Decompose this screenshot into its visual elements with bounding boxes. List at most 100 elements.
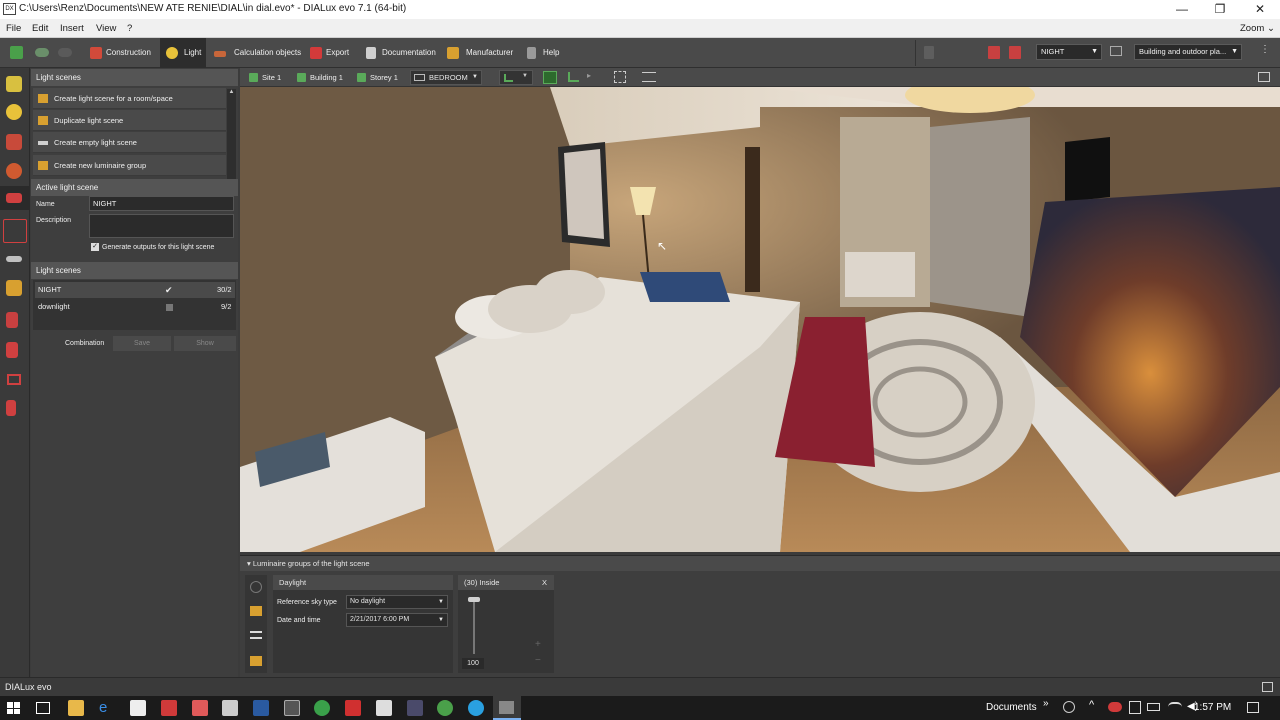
bulb-icon[interactable] [6, 104, 22, 120]
tab-help[interactable]: Help [527, 38, 563, 68]
layers-icon[interactable] [6, 280, 22, 296]
scene-name-input[interactable]: NIGHT [89, 196, 234, 211]
create-empty-scene-button[interactable]: Create empty light scene [33, 132, 226, 153]
color-icon[interactable] [6, 163, 22, 179]
redo-icon[interactable] [58, 48, 72, 57]
close-button[interactable]: ✕ [1240, 0, 1280, 19]
scene-row-night[interactable]: NIGHT ✔ 30/2 [35, 282, 235, 298]
more-options-icon[interactable]: ⋮ [1260, 44, 1272, 58]
acrobat-icon[interactable] [345, 700, 361, 716]
measure-icon[interactable] [642, 72, 656, 82]
tab-light[interactable]: Light [160, 38, 206, 68]
monitor-icon[interactable] [1110, 46, 1122, 56]
store-icon[interactable] [130, 700, 146, 716]
minus-icon[interactable]: − [535, 655, 541, 666]
clock[interactable]: 1:57 PM [1194, 702, 1231, 713]
delete-scene-icon[interactable] [1009, 46, 1021, 59]
screen-icon[interactable] [1258, 72, 1270, 82]
app-icon-red[interactable] [161, 700, 177, 716]
add-group-icon[interactable] [250, 606, 262, 616]
create-scene-room-button[interactable]: Create light scene for a room/space [33, 88, 226, 109]
refresh-icon[interactable] [250, 581, 262, 593]
magnet-icon[interactable] [6, 134, 22, 150]
tab-documentation[interactable]: Documentation [366, 38, 438, 68]
battery-icon[interactable] [1147, 703, 1160, 711]
scene-select[interactable]: NIGHT ▼ [1036, 44, 1102, 60]
menu-view[interactable]: View [96, 23, 116, 34]
zoom-menu[interactable]: Zoom ⌄ [1240, 23, 1275, 34]
dimmer-value[interactable]: 100 [462, 658, 484, 669]
show-combination-button[interactable]: Show [174, 336, 236, 351]
sky-type-select[interactable]: No daylight ▼ [346, 595, 448, 609]
datetime-select[interactable]: 2/21/2017 6:00 PM ▼ [346, 613, 448, 627]
unchecked-box[interactable] [166, 304, 173, 311]
documents-toolbar[interactable]: Documents [986, 702, 1037, 713]
tray-app-icon[interactable] [1108, 702, 1122, 712]
chevron-up-icon[interactable]: ^ [1089, 699, 1094, 711]
app-icon-blue[interactable] [253, 700, 269, 716]
tree-icon[interactable] [6, 400, 16, 416]
chrome-icon[interactable] [314, 700, 330, 716]
dimmer-handle[interactable] [468, 597, 480, 602]
app-icon-purple[interactable] [407, 700, 423, 716]
calculation-icon[interactable] [6, 312, 18, 328]
skype-icon[interactable] [468, 700, 484, 716]
scrollbar[interactable]: ▲ [227, 89, 236, 179]
edge-icon[interactable]: e [99, 700, 115, 716]
wifi-icon[interactable] [1168, 702, 1182, 712]
toolbar-chevron[interactable]: » [1043, 698, 1049, 709]
view-select[interactable]: Building and outdoor pla... ▼ [1134, 44, 1242, 60]
scene-description-input[interactable] [89, 214, 234, 238]
crumb-building[interactable]: Building 1 [297, 68, 343, 87]
crumb-storey[interactable]: Storey 1 [357, 68, 398, 87]
minimize-button[interactable]: — [1162, 0, 1202, 19]
app-icon-green[interactable] [437, 700, 453, 716]
tab-export[interactable]: Export [310, 38, 360, 68]
undo-icon[interactable] [35, 48, 49, 57]
light-tool-icon[interactable] [6, 76, 22, 92]
task-view-icon[interactable] [36, 702, 50, 714]
create-luminaire-group-button[interactable]: Create new luminaire group [33, 155, 226, 176]
duplicate-scene-button[interactable]: Duplicate light scene [33, 110, 226, 131]
wrench-icon[interactable] [6, 256, 22, 262]
storey-view-icon[interactable] [568, 72, 579, 82]
tab-manufacturer[interactable]: Manufacturer [447, 38, 515, 68]
collapse-icon[interactable]: ▾ [247, 559, 251, 568]
3d-view-icon[interactable] [543, 71, 557, 84]
menu-file[interactable]: File [6, 23, 21, 34]
frame-icon[interactable] [7, 374, 21, 385]
tab-construction[interactable]: Construction [90, 38, 158, 68]
start-button[interactable] [7, 702, 20, 714]
group-settings-icon[interactable] [250, 656, 262, 666]
move-icon[interactable] [250, 631, 262, 639]
status-window-icon[interactable] [1262, 682, 1273, 692]
app-icon-pink[interactable] [192, 700, 208, 716]
fit-view-icon[interactable] [614, 71, 626, 83]
save-combination-button[interactable]: Save [113, 336, 171, 351]
tray-monitor-icon[interactable] [1129, 701, 1141, 714]
room-select[interactable]: BEDROOM ▼ [410, 70, 482, 85]
restore-button[interactable]: ❐ [1200, 0, 1240, 19]
generate-outputs-checkbox[interactable]: ✓ [91, 243, 99, 251]
close-icon[interactable]: X [542, 575, 547, 590]
check-icon[interactable]: ✔ [165, 282, 173, 298]
people-icon[interactable] [1063, 701, 1075, 713]
play-icon[interactable]: ▸ [587, 71, 591, 80]
notifications-icon[interactable] [1247, 702, 1259, 713]
selection-tool-icon[interactable] [3, 219, 27, 243]
save-icon[interactable] [10, 46, 23, 59]
tab-calculation-objects[interactable]: Calculation objects [214, 38, 304, 68]
scene-copy-icon[interactable] [924, 46, 934, 59]
scene-row-downlight[interactable]: downlight 9/2 [35, 299, 235, 315]
app-icon-gray[interactable] [222, 700, 238, 716]
export-tool-icon[interactable] [6, 342, 18, 358]
plus-icon[interactable]: + [535, 639, 541, 650]
file-explorer-icon[interactable] [68, 700, 84, 716]
mail-icon[interactable] [376, 700, 392, 716]
scroll-up-icon[interactable]: ▲ [227, 89, 236, 95]
menu-edit[interactable]: Edit [32, 23, 48, 34]
app-icon-dark[interactable] [284, 700, 300, 716]
dialux-taskbar-button[interactable] [493, 696, 521, 720]
light-scenes-tool-active[interactable] [0, 186, 30, 210]
dimmer-track[interactable] [473, 599, 475, 654]
